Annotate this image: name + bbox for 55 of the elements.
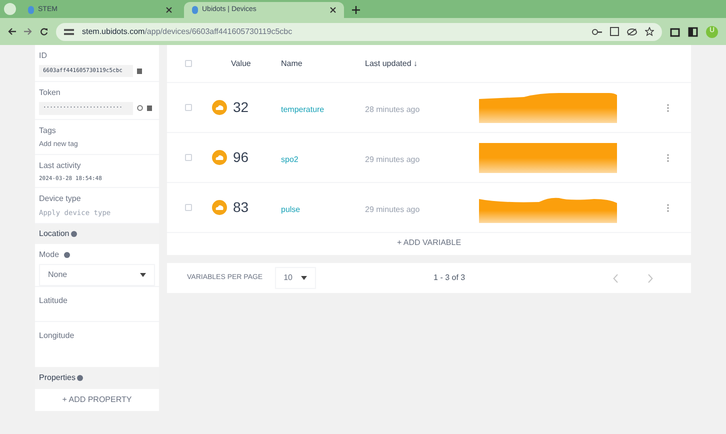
back-icon[interactable] <box>8 28 16 35</box>
page-range-text: 1 - 3 of 3 <box>434 272 466 284</box>
add-property-button[interactable]: + ADD PROPERTY <box>62 394 132 406</box>
variable-value: 83 <box>233 198 249 217</box>
variable-name-link[interactable]: temperature <box>281 104 324 114</box>
checkbox[interactable] <box>185 204 192 211</box>
mode-select[interactable]: None <box>39 264 155 286</box>
eye-off-icon[interactable] <box>627 28 637 36</box>
key-icon[interactable] <box>592 28 602 36</box>
info-icon <box>64 252 70 258</box>
reload-icon[interactable] <box>40 28 48 36</box>
last-updated-text: 28 minutes ago <box>365 104 420 114</box>
variable-value: 96 <box>233 148 249 167</box>
cloud-icon <box>212 100 227 115</box>
section-title: Location <box>39 228 70 240</box>
dropdown-caret-icon <box>300 276 307 280</box>
per-page-select[interactable]: 10 <box>274 267 316 289</box>
close-icon[interactable] <box>330 7 336 13</box>
dropdown-caret-icon <box>140 272 146 277</box>
url-text: stem.ubidots.com/app/devices/6603aff441605730119c5cbc <box>82 26 292 38</box>
variable-name-link[interactable]: spo2 <box>281 154 298 164</box>
forward-icon[interactable] <box>24 28 32 35</box>
side-panel-icon[interactable] <box>688 26 698 36</box>
checkbox[interactable] <box>185 60 192 67</box>
field-label: Token <box>39 87 62 100</box>
field-label: Last activity <box>39 160 82 172</box>
cloud-icon <box>212 150 227 165</box>
cloud-icon <box>212 200 227 215</box>
new-tab-icon[interactable] <box>352 6 360 14</box>
favicon-icon <box>28 6 34 14</box>
variable-name-link[interactable]: pulse <box>281 204 300 214</box>
star-icon[interactable] <box>645 27 654 36</box>
field-label: Latitude <box>39 296 68 305</box>
last-updated-text: 29 minutes ago <box>365 154 420 164</box>
field-label: Longitude <box>39 330 74 340</box>
close-icon[interactable] <box>166 7 172 13</box>
checkbox[interactable] <box>185 154 192 161</box>
variable-value: 32 <box>233 98 249 117</box>
column-header[interactable]: Name <box>281 58 302 68</box>
add-variable-button[interactable]: + ADD VARIABLE <box>396 237 462 249</box>
info-icon <box>71 230 78 237</box>
last-updated-text: 29 minutes ago <box>365 204 420 214</box>
site-settings-icon[interactable] <box>64 28 74 36</box>
checkbox[interactable] <box>185 104 192 111</box>
column-header[interactable]: Value <box>231 58 251 68</box>
favicon-icon <box>192 6 198 14</box>
field-label: Device type <box>39 193 82 206</box>
field-label: Tags <box>39 124 57 136</box>
column-header[interactable]: Last updated ↓ <box>365 58 418 68</box>
section-title: Properties <box>39 372 76 384</box>
address-bar[interactable]: stem.ubidots.com/app/devices/6603aff441605730119c5cbc <box>56 22 662 40</box>
info-icon <box>77 375 84 381</box>
field-label: ID <box>39 50 48 62</box>
eye-icon[interactable] <box>137 105 143 112</box>
field-label: Mode <box>39 248 60 261</box>
